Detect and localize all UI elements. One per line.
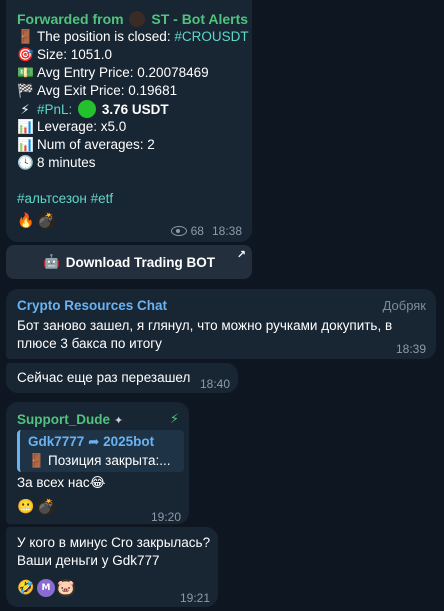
forwarded-message[interactable]: Forwarded from ST - Bot Alerts 🚪 The posi…	[6, 0, 252, 242]
pnl-value: 3.76 USDT	[101, 102, 169, 117]
message-line: 🏁 Avg Exit Price: 0.19681	[17, 82, 177, 100]
reply-text-row: 🚪 Позиция закрыта:...	[28, 452, 170, 470]
message-line: 📊 Leverage: x5.0	[17, 118, 126, 136]
message-meta: 68 18:38	[170, 222, 242, 240]
reactions: 🤣 M 🐷	[17, 579, 75, 597]
sparkle-icon: ✦	[114, 415, 124, 427]
clock-icon: 🕓	[17, 155, 34, 171]
message-time: 18:40	[199, 377, 230, 391]
sender-header[interactable]: Support_Dude ✦	[17, 411, 123, 430]
bomb-reaction-icon[interactable]: 💣	[37, 498, 55, 516]
line-text: Num of averages: 2	[37, 137, 155, 152]
message-line: 🚪 The position is closed: #CROUSDT	[17, 28, 249, 46]
chat-message[interactable]: У кого в минус Cro закрылась? Ваши деньг…	[6, 527, 218, 607]
download-bot-button[interactable]: 🤖 Download Trading BOT ↗	[6, 245, 252, 279]
reactions: 🔥 💣	[17, 212, 55, 230]
robot-icon: 🤖	[42, 254, 60, 270]
reply-text: Позиция закрыта:...	[48, 453, 171, 468]
message-text: За всех нас😂	[17, 475, 106, 490]
grimace-reaction-icon[interactable]: 😬	[17, 498, 35, 516]
line-text: Avg Exit Price: 0.19681	[37, 83, 178, 98]
sender-role: Добряк	[382, 298, 426, 313]
money-icon: 💵	[17, 65, 34, 81]
user-avatar-m[interactable]: M	[37, 579, 55, 597]
message-line: 🕓 8 minutes	[17, 154, 96, 172]
line-text: The position is closed:	[37, 29, 175, 44]
message-time: 18:39	[395, 342, 426, 356]
door-icon: 🚪	[17, 29, 34, 45]
reply-title: Gdk7777 ➦ 2025bot	[28, 433, 154, 451]
hashtags[interactable]: #альтсезон #etf	[17, 190, 113, 208]
sender-name[interactable]: Support_Dude	[17, 412, 110, 427]
chart-icon: 📊	[17, 119, 34, 135]
line-text: Size: 1051.0	[37, 47, 113, 62]
rofl-reaction-icon[interactable]: 🤣	[17, 579, 35, 597]
bomb-reaction-icon[interactable]: 💣	[37, 212, 55, 230]
message-text: Сейчас еще раз перезашел	[17, 370, 191, 385]
message-line: 📊 Num of averages: 2	[17, 136, 155, 154]
forward-header[interactable]: Forwarded from ST - Bot Alerts	[17, 10, 248, 28]
message-time: 18:38	[211, 224, 242, 238]
line-text: Leverage: x5.0	[37, 119, 127, 134]
lightning-icon: ⚡	[169, 411, 179, 426]
forward-channel-name[interactable]: ST - Bot Alerts	[151, 11, 248, 27]
checkered-flag-icon: 🏁	[17, 83, 34, 99]
chat-message[interactable]: Сейчас еще раз перезашел 18:40	[6, 363, 238, 393]
chat-message[interactable]: Crypto Resources Chat Добряк Бот заново …	[6, 289, 436, 359]
reply-to: 2025bot	[103, 434, 155, 449]
symbol-hashtag[interactable]: #CROUSDT	[174, 29, 248, 44]
message-line: 🎯 Size: 1051.0	[17, 46, 112, 64]
target-icon: 🎯	[17, 47, 34, 63]
message-text: У кого в минус Cro закрылась? Ваши деньг…	[17, 535, 211, 568]
button-label: Download Trading BOT	[65, 254, 216, 270]
green-circle-icon	[78, 100, 97, 118]
reply-quote[interactable]: Gdk7777 ➦ 2025bot 🚪 Позиция закрыта:...	[17, 430, 184, 472]
pig-reaction-icon[interactable]: 🐷	[57, 579, 75, 597]
external-link-icon: ↗	[236, 249, 246, 261]
line-text: 8 minutes	[37, 155, 96, 170]
channel-avatar-icon	[129, 11, 146, 27]
forward-arrow-icon: ➦	[88, 434, 100, 449]
fire-reaction-icon[interactable]: 🔥	[17, 212, 35, 230]
reply-from: Gdk7777	[28, 434, 85, 449]
reactions: 😬 💣	[17, 498, 55, 516]
sender-name[interactable]: Crypto Resources Chat	[17, 297, 167, 315]
chart-icon: 📊	[17, 137, 34, 153]
view-count: 68	[190, 224, 204, 238]
forward-prefix: Forwarded from	[17, 11, 124, 27]
message-text: Бот заново зашел, я глянул, что можно ру…	[17, 318, 393, 351]
line-text: Avg Entry Price: 0.20078469	[37, 65, 209, 80]
door-icon: 🚪	[28, 453, 45, 469]
chat-message[interactable]: Support_Dude ✦ ⚡ Gdk7777 ➦ 2025bot 🚪 Позиц…	[6, 402, 189, 524]
lightning-icon: ⚡	[20, 102, 30, 118]
eye-icon	[170, 226, 187, 236]
message-time: 19:21	[179, 591, 210, 605]
pnl-hashtag[interactable]: #PnL:	[37, 102, 72, 117]
message-line: ⚡ #PnL: 3.76 USDT	[17, 100, 169, 119]
message-line: 💵 Avg Entry Price: 0.20078469	[17, 64, 209, 82]
message-time: 19:20	[150, 510, 181, 524]
